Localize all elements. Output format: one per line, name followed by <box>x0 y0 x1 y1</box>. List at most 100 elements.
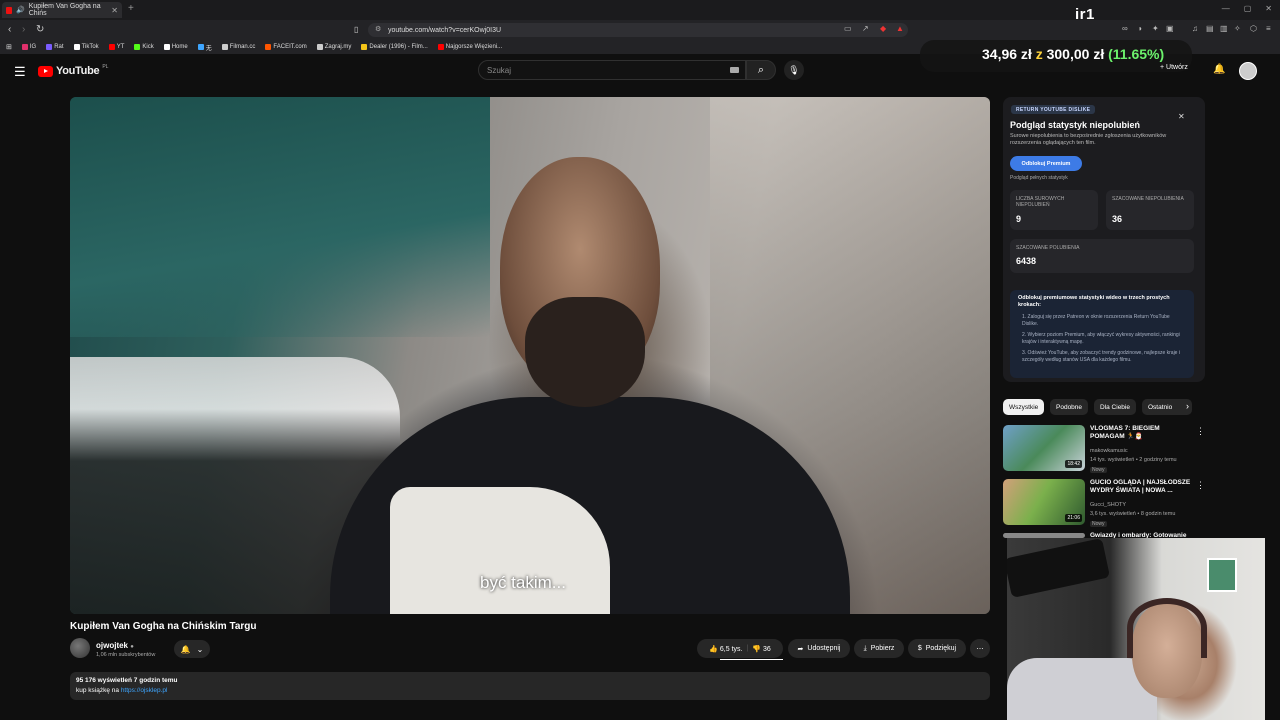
bookmark-label: Dealer (1996) - Film... <box>369 44 428 50</box>
bookmark-filman[interactable]: Filman.cc <box>221 44 255 50</box>
imdb-icon <box>361 44 368 50</box>
bookmark-home[interactable]: Home <box>163 44 188 50</box>
new-badge: Nowy <box>1090 521 1107 527</box>
donation-goal: 300,00 zł <box>1046 46 1105 62</box>
share-page-icon[interactable]: ↗ <box>862 24 869 33</box>
rec-channel-name[interactable]: makowkamusic <box>1090 448 1128 454</box>
reload-icon[interactable]: ↻ <box>36 24 44 35</box>
chip-related[interactable]: Podobne <box>1050 399 1089 415</box>
close-window-icon[interactable]: ✕ <box>1265 4 1272 13</box>
bookmark-rat[interactable]: Rat <box>46 44 64 50</box>
chevron-right-icon[interactable]: › <box>1186 401 1189 411</box>
menu-icon[interactable]: ≡ <box>1266 24 1271 33</box>
video-player[interactable] <box>70 97 990 614</box>
voice-search-button[interactable]: 🎙 <box>784 60 804 80</box>
bookmark-icon[interactable]: ▯ <box>354 25 358 34</box>
bookmark-label: Zagraj.my <box>324 44 352 50</box>
browser-tab[interactable]: 🔊 Kupiłem Van Gogha na Chińs ✕ <box>2 2 122 18</box>
vpn-icon[interactable]: ⬡ <box>1250 24 1257 33</box>
wallet-icon[interactable]: ▥ <box>1220 24 1228 33</box>
hamburger-menu-icon[interactable]: ☰ <box>14 64 26 80</box>
address-bar[interactable]: ⚙ youtube.com/watch?v=cerKOwj0I3U <box>368 23 908 37</box>
sidebar-icon[interactable]: ▤ <box>1206 24 1214 33</box>
shop-link[interactable]: https://ojsklep.pl <box>121 687 168 694</box>
bookmark-faceit[interactable]: FACEIT.com <box>265 44 307 50</box>
extension-audio-icon[interactable]: ◗ <box>1138 24 1143 33</box>
download-label: Pobierz <box>870 645 895 652</box>
extension-box-icon[interactable]: ▣ <box>1166 24 1174 33</box>
close-icon[interactable]: ✕ <box>1178 112 1185 121</box>
new-tab-icon[interactable]: + <box>128 3 134 14</box>
description-prefix: kup książkę na <box>76 687 121 694</box>
close-tab-icon[interactable]: ✕ <box>111 6 118 15</box>
dislike-count: 36 <box>762 645 771 653</box>
leo-icon[interactable]: ✧ <box>1234 24 1241 33</box>
views-and-date: 95 176 wyświetleń 7 godzin temu <box>76 677 178 684</box>
video-duration: 18:42 <box>1065 460 1082 468</box>
bookmark-ig[interactable]: IG <box>21 44 36 50</box>
share-icon: ➦ <box>797 645 804 653</box>
chip-recent[interactable]: Ostatnio <box>1142 399 1192 415</box>
more-vert-icon[interactable]: ⋮ <box>1196 426 1205 437</box>
maximize-icon[interactable]: ▢ <box>1244 4 1252 13</box>
bookmark-label: Najgorsze Więzieni... <box>445 44 503 50</box>
filman-icon <box>221 44 228 50</box>
video-thumbnail[interactable]: 21:06 <box>1003 479 1085 525</box>
chip-for-you[interactable]: Dla Ciebie <box>1094 399 1136 415</box>
faceit-icon <box>265 44 272 50</box>
bookmark-wu[interactable]: 无 <box>197 43 212 52</box>
like-dislike-group: 👍 6,5 tys. | 👎 36 <box>697 639 783 658</box>
music-icon[interactable]: ♫ <box>1192 24 1198 33</box>
like-button[interactable]: 👍 6,5 tys. <box>709 645 742 653</box>
subscribed-notifications-button[interactable]: 🔔 ⌄ <box>174 640 210 658</box>
notifications-bell-icon[interactable]: 🔔 <box>1213 64 1225 75</box>
download-button[interactable]: ⤓ Pobierz <box>854 639 904 658</box>
bookmark-tiktok[interactable]: TikTok <box>73 44 99 50</box>
chip-all[interactable]: Wszystkie <box>1003 399 1045 415</box>
bookmark-yt[interactable]: YT <box>108 44 124 50</box>
bookmark-dealer[interactable]: Dealer (1996) - Film... <box>361 44 428 50</box>
full-stats-link[interactable]: Podgląd pełnych statystyk <box>1010 175 1068 181</box>
thanks-button[interactable]: $ Podziękuj <box>908 639 966 658</box>
x-icon <box>163 44 170 50</box>
dislike-button[interactable]: 👎 36 <box>752 645 770 653</box>
apps-grid-icon[interactable]: ⊞ <box>6 43 12 51</box>
search-button[interactable]: ⌕ <box>746 60 776 80</box>
channel-avatar[interactable] <box>70 638 90 658</box>
bookmark-label: Rat <box>54 44 64 50</box>
keyboard-icon[interactable] <box>730 67 739 73</box>
more-actions-button[interactable]: ⋯ <box>970 639 990 658</box>
rec-video-meta: 14 tys. wyświetleń • 2 godziny temu <box>1090 457 1177 463</box>
minimize-icon[interactable]: — <box>1222 4 1230 13</box>
rec-video-title[interactable]: GUCIO OGLĄDA | NAJSŁODSZE WYDRY ŚWIATA |… <box>1090 479 1194 495</box>
logo-country: PL <box>102 64 109 70</box>
create-button[interactable]: + Utwórz <box>1160 64 1188 71</box>
youtube-favicon-icon <box>6 6 12 14</box>
bookmark-wiezienia[interactable]: Najgorsze Więzieni... <box>437 44 503 50</box>
thumb-down-icon: 👎 <box>752 645 762 653</box>
brave-rewards-icon[interactable]: ▲ <box>896 24 904 33</box>
channel-name[interactable]: ojwojtek ● <box>96 641 134 650</box>
brave-shield-icon[interactable]: ◆ <box>880 24 886 33</box>
site-info-icon[interactable]: ⚙ <box>375 25 381 33</box>
extension-puzzle-icon[interactable]: ✦ <box>1152 24 1159 33</box>
share-button[interactable]: ➦ Udostępnij <box>788 639 850 658</box>
extension-glasses-icon[interactable]: ∞ <box>1122 24 1128 33</box>
youtube-logo[interactable]: YouTube PL <box>38 64 109 77</box>
rec-video-title[interactable]: VLOGMAS 7: BIEGIEM POMAGAM 🏃🎅 <box>1090 425 1194 441</box>
forward-icon[interactable]: › <box>22 24 25 35</box>
video-title: Kupiłem Van Gogha na Chińskim Targu <box>70 621 257 632</box>
video-thumbnail[interactable]: 18:42 <box>1003 425 1085 471</box>
cast-icon[interactable]: ▭ <box>844 24 852 33</box>
unlock-premium-button[interactable]: Odblokuj Premium <box>1010 156 1082 171</box>
search-input[interactable]: Szukaj <box>478 60 746 80</box>
bookmark-zagraj[interactable]: Zagraj.my <box>316 44 352 50</box>
rec-channel-name[interactable]: Gucci_SHOTY <box>1090 502 1126 508</box>
new-badge: Nowy <box>1090 467 1107 473</box>
bookmark-kick[interactable]: Kick <box>134 44 154 50</box>
stat-card-est-dislikes: SZACOWANE NIEPOLUBIENIA 36 <box>1106 190 1194 230</box>
more-vert-icon[interactable]: ⋮ <box>1196 480 1205 491</box>
description-box[interactable] <box>70 672 990 700</box>
account-avatar[interactable] <box>1239 62 1257 80</box>
back-icon[interactable]: ‹ <box>8 24 11 35</box>
